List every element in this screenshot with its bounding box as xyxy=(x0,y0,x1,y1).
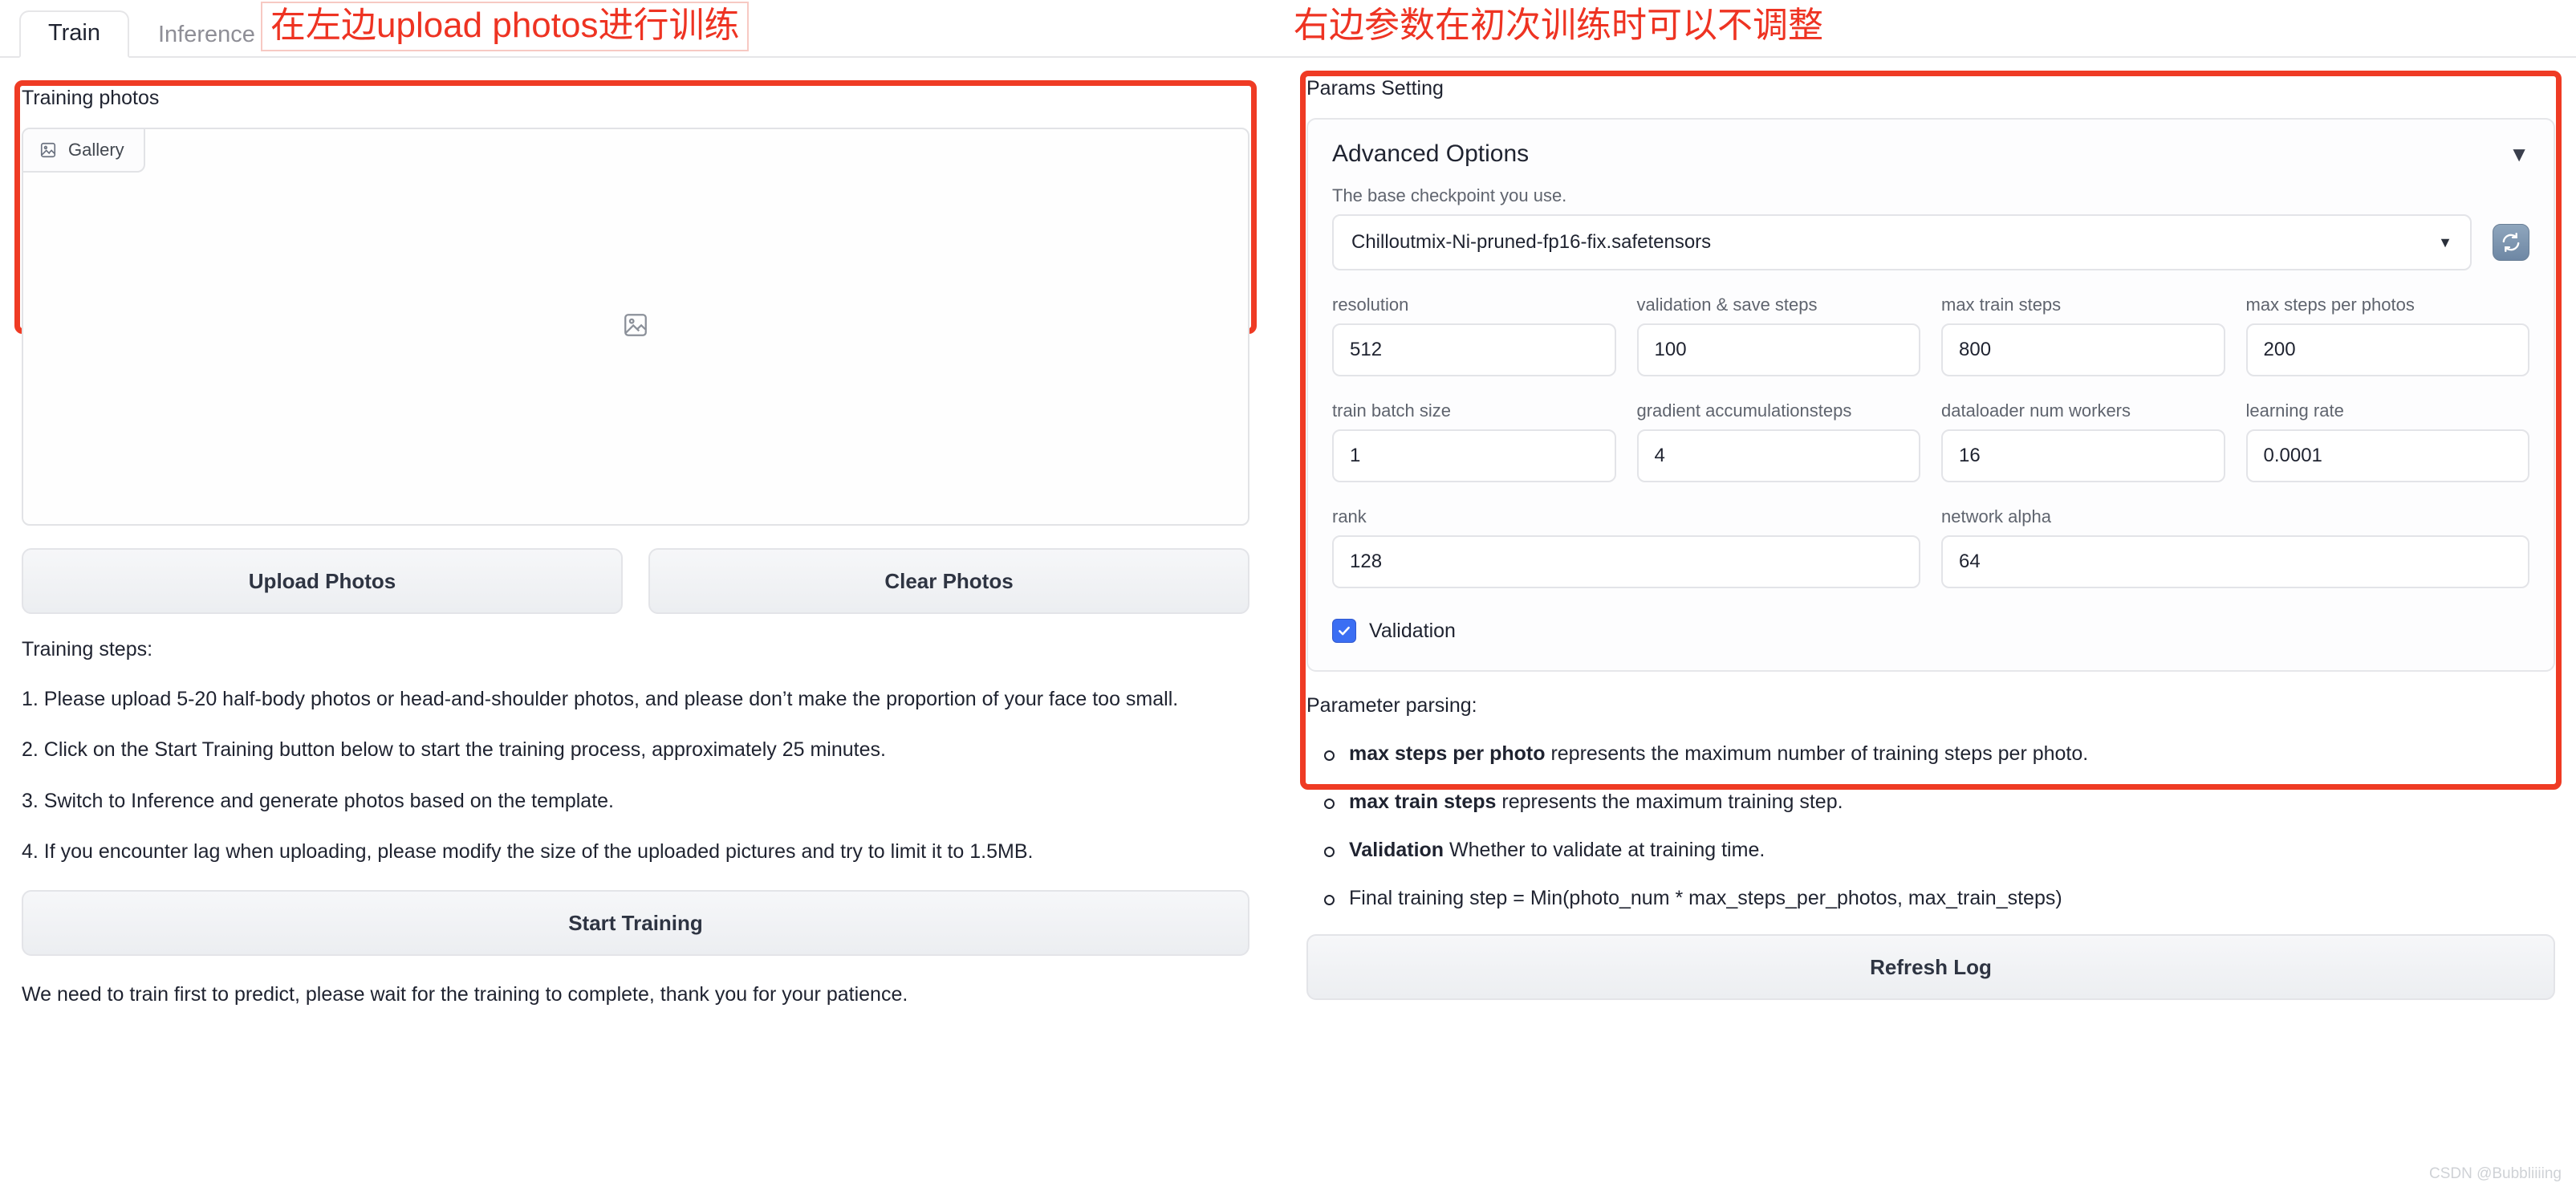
parameter-parsing: Parameter parsing: max steps per photo r… xyxy=(1306,694,2555,910)
parsing-item-3-bold: Validation xyxy=(1349,839,1444,861)
parsing-item-1: max steps per photo represents the maxim… xyxy=(1324,742,2555,766)
field-max-train-steps: max train steps 800 xyxy=(1941,295,2225,376)
tab-train-label: Train xyxy=(48,20,100,46)
field-max-steps-per-photos-input[interactable]: 200 xyxy=(2245,323,2529,376)
image-placeholder-icon xyxy=(622,311,649,343)
checkpoint-value: Chilloutmix-Ni-pruned-fp16-fix.safetenso… xyxy=(1351,231,1712,253)
parsing-item-1-text: max steps per photo represents the maxim… xyxy=(1349,742,2088,766)
field-train-batch-size: train batch size 1 xyxy=(1332,400,1616,482)
training-footnote: We need to train first to predict, pleas… xyxy=(22,983,908,1006)
parsing-item-1-rest: represents the maximum number of trainin… xyxy=(1545,742,2089,765)
field-resolution: resolution 512 xyxy=(1332,295,1616,376)
gallery-empty-state xyxy=(23,129,1248,524)
field-resolution-input[interactable]: 512 xyxy=(1332,323,1616,376)
advanced-options-header[interactable]: Advanced Options ▼ xyxy=(1332,140,2529,168)
params-panel: Params Setting Advanced Options ▼ The ba… xyxy=(1306,77,2555,1000)
advanced-options-title: Advanced Options xyxy=(1332,140,1530,167)
chevron-down-icon: ▼ xyxy=(2438,234,2452,250)
start-training-button[interactable]: Start Training xyxy=(22,890,1249,956)
bullet-icon xyxy=(1324,799,1335,809)
app-root: Train Inference 在左边upload photos进行训练 右边参… xyxy=(0,0,2576,1191)
parsing-item-4: Final training step = Min(photo_num * ma… xyxy=(1324,886,2555,910)
field-learning-rate: learning rate 0.0001 xyxy=(2245,400,2529,482)
tab-inference-label: Inference xyxy=(158,22,255,47)
parsing-item-2-bold: max train steps xyxy=(1349,791,1497,813)
parsing-item-3: Validation Whether to validate at traini… xyxy=(1324,838,2555,862)
validation-checkbox-row[interactable]: Validation xyxy=(1332,619,2529,643)
field-validation-save-steps: validation & save steps 100 xyxy=(1636,295,1920,376)
parsing-item-2: max train steps represents the maximum t… xyxy=(1324,790,2555,814)
tab-train[interactable]: Train xyxy=(19,10,129,58)
validation-checkbox-label: Validation xyxy=(1369,619,1456,642)
parameter-parsing-title: Parameter parsing: xyxy=(1306,694,1477,717)
field-gradient-accumulation-steps: gradient accumulationsteps 4 xyxy=(1636,400,1920,482)
upload-photos-button[interactable]: Upload Photos xyxy=(22,548,623,614)
params-row-1: resolution 512 validation & save steps 1… xyxy=(1332,295,2529,376)
parsing-item-1-bold: max steps per photo xyxy=(1349,742,1546,765)
field-gradient-accumulation-steps-input[interactable]: 4 xyxy=(1636,429,1920,482)
parsing-item-4-rest: Final training step = Min(photo_num * ma… xyxy=(1349,887,2062,909)
field-dataloader-num-workers: dataloader num workers 16 xyxy=(1941,400,2225,482)
params-setting-label: Params Setting xyxy=(1306,77,1444,100)
annotation-left: 在左边upload photos进行训练 xyxy=(261,2,750,51)
field-rank-label: rank xyxy=(1332,506,1367,526)
field-max-steps-per-photos-label: max steps per photos xyxy=(2245,295,2415,315)
training-step-4: 4. If you encounter lag when uploading, … xyxy=(22,839,1034,863)
gallery-dropzone[interactable]: Gallery xyxy=(22,128,1249,526)
parsing-item-3-text: Validation Whether to validate at traini… xyxy=(1349,838,1765,862)
field-resolution-label: resolution xyxy=(1332,295,1409,315)
advanced-options-card: Advanced Options ▼ The base checkpoint y… xyxy=(1306,118,2555,672)
field-validation-save-steps-input[interactable]: 100 xyxy=(1636,323,1920,376)
refresh-icon[interactable] xyxy=(2493,224,2529,261)
training-step-3: 3. Switch to Inference and generate phot… xyxy=(22,789,615,812)
training-panel: Training photos Gallery Upload Photos Cl… xyxy=(22,87,1249,1006)
field-validation-save-steps-label: validation & save steps xyxy=(1636,295,1818,315)
field-network-alpha-input[interactable]: 64 xyxy=(1941,535,2529,588)
bullet-icon xyxy=(1324,847,1335,857)
bullet-icon xyxy=(1324,750,1335,761)
training-steps: Training steps: 1. Please upload 5-20 ha… xyxy=(22,638,1249,864)
chevron-down-icon[interactable]: ▼ xyxy=(2509,144,2529,165)
field-network-alpha: network alpha 64 xyxy=(1941,506,2529,588)
field-rank-input[interactable]: 128 xyxy=(1332,535,1920,588)
checkpoint-label: The base checkpoint you use. xyxy=(1332,185,1567,205)
bullet-icon xyxy=(1324,895,1335,905)
training-step-1: 1. Please upload 5-20 half-body photos o… xyxy=(22,688,1179,710)
training-photos-label: Training photos xyxy=(22,87,160,109)
clear-photos-button[interactable]: Clear Photos xyxy=(648,548,1249,614)
checkpoint-select[interactable]: Chilloutmix-Ni-pruned-fp16-fix.safetenso… xyxy=(1332,214,2472,270)
field-learning-rate-input[interactable]: 0.0001 xyxy=(2245,429,2529,482)
field-dataloader-num-workers-label: dataloader num workers xyxy=(1941,400,2131,421)
field-learning-rate-label: learning rate xyxy=(2245,400,2344,421)
params-row-3: rank 128 network alpha 64 xyxy=(1332,506,2529,588)
validation-checkbox[interactable] xyxy=(1332,619,1356,643)
checkpoint-row: Chilloutmix-Ni-pruned-fp16-fix.safetenso… xyxy=(1332,214,2529,270)
params-row-2: train batch size 1 gradient accumulation… xyxy=(1332,400,2529,482)
training-steps-title: Training steps: xyxy=(22,638,153,661)
field-gradient-accumulation-steps-label: gradient accumulationsteps xyxy=(1636,400,1852,421)
watermark: CSDN @Bubbliiiing xyxy=(2428,1165,2562,1182)
field-network-alpha-label: network alpha xyxy=(1941,506,2051,526)
photo-actions: Upload Photos Clear Photos xyxy=(22,548,1249,614)
field-train-batch-size-label: train batch size xyxy=(1332,400,1451,421)
annotation-right: 右边参数在初次训练时可以不调整 xyxy=(1294,6,1823,45)
refresh-log-button[interactable]: Refresh Log xyxy=(1306,934,2555,1000)
field-dataloader-num-workers-input[interactable]: 16 xyxy=(1941,429,2225,482)
field-max-steps-per-photos: max steps per photos 200 xyxy=(2245,295,2529,376)
parsing-item-2-rest: represents the maximum training step. xyxy=(1496,791,1843,813)
parsing-item-3-rest: Whether to validate at training time. xyxy=(1444,839,1765,861)
parsing-item-2-text: max train steps represents the maximum t… xyxy=(1349,790,1843,814)
field-max-train-steps-label: max train steps xyxy=(1941,295,2062,315)
training-step-2: 2. Click on the Start Training button be… xyxy=(22,738,886,762)
field-max-train-steps-input[interactable]: 800 xyxy=(1941,323,2225,376)
field-train-batch-size-input[interactable]: 1 xyxy=(1332,429,1616,482)
field-rank: rank 128 xyxy=(1332,506,1920,588)
